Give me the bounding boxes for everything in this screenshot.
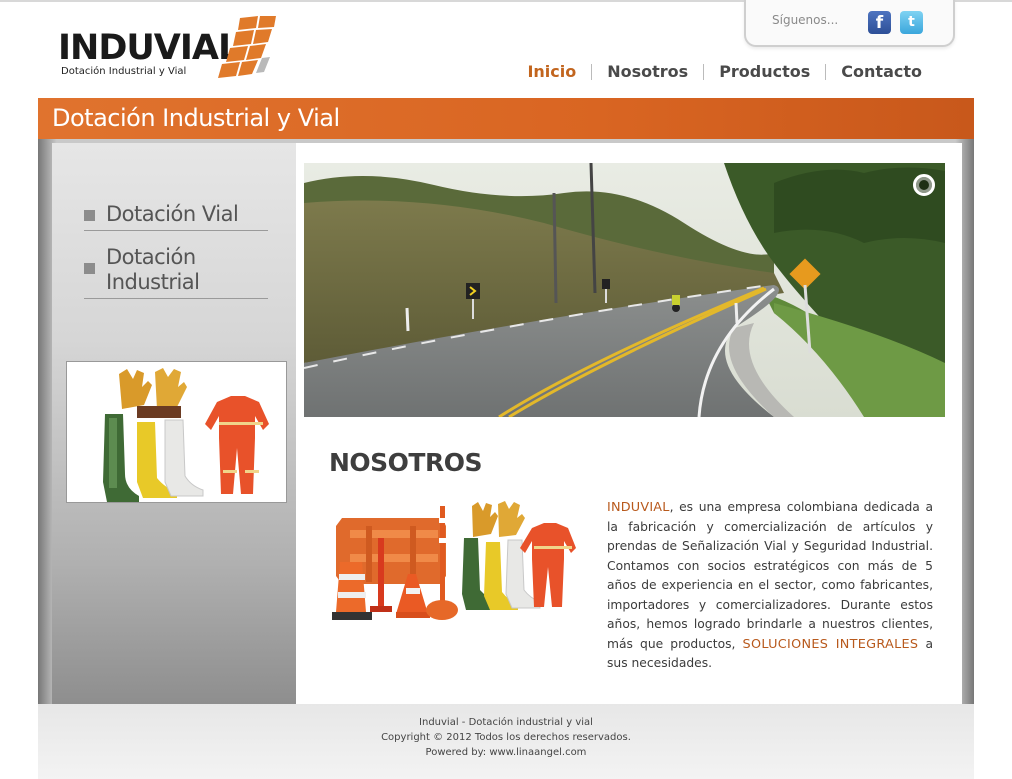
social-label: Síguenos... <box>772 13 839 27</box>
nav-contacto[interactable]: Contacto <box>826 62 937 81</box>
nav-inicio[interactable]: Inicio <box>512 62 591 81</box>
footer-copyright: Copyright © 2012 Todos los derechos rese… <box>381 732 631 743</box>
section-title: NOSOTROS <box>329 448 483 477</box>
sidebar-item-dotacion-vial[interactable]: Dotación Vial <box>84 196 268 231</box>
twitter-icon[interactable]: t <box>900 11 923 34</box>
sidebar-item-label-line2: Industrial <box>106 270 200 294</box>
footer-line-title: Induvial - Dotación industrial y vial <box>419 717 593 728</box>
sidebar-item-label: Dotación Vial <box>106 202 239 226</box>
about-body: , es una empresa colombiana dedicada a l… <box>607 500 933 651</box>
main-nav: Inicio Nosotros Productos Contacto <box>512 62 937 81</box>
social-box: Síguenos... f t <box>744 0 955 47</box>
sidebar-item-dotacion-industrial[interactable]: Dotación Industrial <box>84 239 268 299</box>
road-photo <box>304 163 945 417</box>
facebook-icon[interactable]: f <box>868 11 891 34</box>
logo-mark-icon <box>218 16 276 78</box>
slider-pager-dot-icon[interactable] <box>913 174 935 196</box>
footer: Induvial - Dotación industrial y vial Co… <box>38 704 974 779</box>
nav-productos[interactable]: Productos <box>704 62 825 81</box>
banner-title: Dotación Industrial y Vial <box>52 104 340 132</box>
hero-slider-image[interactable] <box>304 163 945 417</box>
page: INDUVIAL Dotación Industrial y Vial Sígu… <box>0 0 1012 779</box>
square-bullet-icon <box>84 263 95 274</box>
about-highlight: SOLUCIONES INTEGRALES <box>742 636 919 652</box>
sidebar-menu: Dotación Vial Dotación Industrial <box>84 196 268 299</box>
nav-nosotros[interactable]: Nosotros <box>592 62 703 81</box>
square-bullet-icon <box>84 210 95 221</box>
sidebar-product-image[interactable] <box>66 361 287 503</box>
about-brand: INDUVIAL <box>607 500 670 515</box>
title-banner: Dotación Industrial y Vial <box>38 98 974 139</box>
logo[interactable]: INDUVIAL Dotación Industrial y Vial <box>58 14 283 86</box>
logo-tagline: Dotación Industrial y Vial <box>61 66 187 77</box>
products-image <box>326 498 588 626</box>
footer-powered-by-link[interactable]: Powered by: www.linaangel.com <box>38 745 974 760</box>
sidebar-item-label-line1: Dotación <box>106 245 196 269</box>
workwear-image <box>67 362 286 502</box>
about-text: INDUVIAL, es una empresa colombiana dedi… <box>607 498 933 674</box>
products-photo <box>326 498 588 626</box>
logo-wordmark: INDUVIAL <box>58 28 240 68</box>
